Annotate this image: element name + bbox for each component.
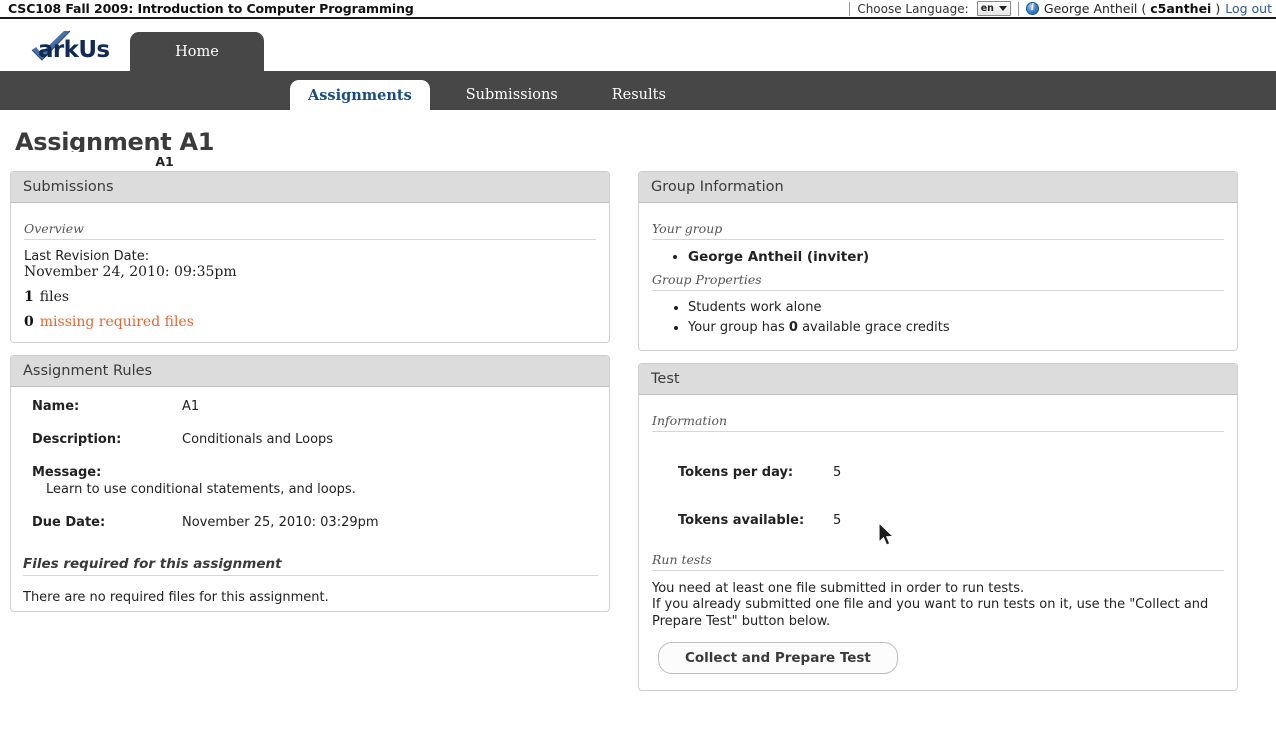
- tokens-available-label: Tokens available:: [678, 513, 805, 529]
- user-session-bar: Choose Language: en George Antheil ( c5a…: [842, 1, 1272, 16]
- language-label: Choose Language:: [857, 1, 969, 16]
- tokens-available-value: 5: [833, 513, 842, 529]
- test-panel-title: Test: [639, 364, 1237, 396]
- list-item: George Antheil (inviter): [688, 248, 1224, 266]
- rule-label-description: Description:: [32, 432, 122, 447]
- collect-and-prepare-test-button[interactable]: Collect and Prepare Test: [658, 641, 898, 674]
- rule-row-due-date: Due Date: November 25, 2010: 03:29pm: [11, 497, 609, 530]
- group-properties-list: Students work alone Your group has 0 ava…: [652, 299, 1224, 336]
- files-required-note: There are no required files for this ass…: [23, 590, 329, 605]
- your-group-section-label: Your group: [652, 221, 1224, 240]
- chevron-down-icon: [998, 6, 1007, 11]
- information-section-label: Information: [652, 413, 1224, 433]
- group-information-panel-title: Group Information: [639, 172, 1237, 203]
- right-column: Group Information Your group George Anth…: [638, 171, 1238, 703]
- assignment-rules-body: Name: A1 Description: Conditionals and L…: [11, 387, 609, 605]
- rule-row-name: Name: A1: [11, 391, 609, 414]
- nav-tab-list: Assignments Submissions Results: [290, 80, 702, 110]
- close-paren: ): [1215, 1, 1221, 16]
- language-select[interactable]: en: [976, 1, 1011, 16]
- course-title-bar: CSC108 Fall 2009: Introduction to Comput…: [0, 0, 1276, 19]
- rule-value-message: Learn to use conditional statements, and…: [46, 482, 356, 497]
- property-text-suffix: available grace credits: [797, 319, 950, 335]
- left-column: Submissions Overview Last Revision Date:…: [10, 171, 610, 624]
- rule-value-name: A1: [182, 399, 200, 414]
- rule-label-due-date: Due Date:: [32, 515, 106, 530]
- overview-section-label: Overview: [24, 221, 596, 240]
- files-word: files: [39, 289, 70, 305]
- property-text: Your group has: [688, 319, 789, 335]
- assignment-rules-panel-title: Assignment Rules: [11, 356, 609, 387]
- list-item: Your group has 0 available grace credits: [688, 319, 1224, 337]
- test-panel-body: Information Tokens per day: 5 Tokens ava…: [639, 395, 1237, 689]
- markus-logo[interactable]: arkUs: [14, 30, 124, 65]
- last-revision-label: Last Revision Date:: [24, 249, 150, 264]
- rule-value-due-date: November 25, 2010: 03:29pm: [182, 515, 379, 530]
- home-tab[interactable]: Home: [130, 32, 264, 71]
- files-required-heading: Files required for this assignment: [23, 556, 598, 576]
- assignment-rules-panel: Assignment Rules Name: A1 Description: C…: [10, 355, 610, 612]
- tab-results[interactable]: Results: [594, 80, 684, 110]
- list-item: Students work alone: [688, 299, 1224, 317]
- missing-files-row: 0 missing required files: [24, 314, 596, 330]
- run-tests-section-label: Run tests: [652, 552, 1224, 572]
- property-text: Students work alone: [688, 300, 822, 316]
- tokens-per-day-row: Tokens per day: 5: [652, 465, 1224, 480]
- separator: [1017, 1, 1019, 16]
- group-members-list: George Antheil (inviter): [652, 248, 1224, 266]
- missing-files-count: 0: [24, 314, 34, 330]
- tab-submissions[interactable]: Submissions: [448, 80, 576, 110]
- user-id: c5anthei: [1150, 1, 1212, 16]
- rule-row-message: Message: Learn to use conditional statem…: [11, 447, 609, 497]
- rule-value-description: Conditionals and Loops: [182, 432, 334, 447]
- course-title: CSC108 Fall 2009: Introduction to Comput…: [8, 1, 414, 16]
- run-tests-note-line-2: If you already submitted one file and yo…: [652, 597, 1209, 613]
- language-select-value: en: [980, 3, 994, 14]
- tokens-per-day-value: 5: [833, 465, 842, 481]
- rule-row-description: Description: Conditionals and Loops: [11, 414, 609, 447]
- assignment-selector-pill[interactable]: A1: [53, 152, 276, 170]
- rule-label-message: Message:: [32, 465, 102, 480]
- rule-label-name: Name:: [32, 399, 80, 414]
- branding-row: arkUs Home: [0, 19, 1276, 71]
- run-tests-note-line-3: Prepare Test" button below.: [652, 613, 831, 629]
- tokens-available-row: Tokens available: 5: [652, 513, 1224, 528]
- grace-credits-count: 0: [788, 319, 798, 335]
- last-revision-value: November 24, 2010: 09:35pm: [24, 264, 237, 280]
- group-properties-section-label: Group Properties: [652, 272, 1224, 292]
- files-count-row: 1 files: [24, 289, 596, 305]
- submissions-panel-body: Overview Last Revision Date: November 24…: [11, 203, 609, 342]
- test-panel: Test Information Tokens per day: 5 Token…: [638, 363, 1238, 691]
- tokens-per-day-label: Tokens per day:: [678, 465, 794, 481]
- logo-text: arkUs: [38, 37, 110, 63]
- main-content: Submissions Overview Last Revision Date:…: [0, 156, 1276, 703]
- missing-required-files-link[interactable]: missing required files: [40, 314, 194, 330]
- submissions-panel: Submissions Overview Last Revision Date:…: [10, 171, 610, 343]
- files-count: 1: [24, 289, 34, 305]
- user-name: George Antheil: [1043, 1, 1138, 16]
- run-tests-note-line-1: You need at least one file submitted in …: [652, 581, 1025, 597]
- submissions-panel-title: Submissions: [11, 172, 609, 203]
- main-nav-bar: A1 Assignments Submissions Results: [0, 71, 1276, 170]
- tab-assignments[interactable]: Assignments: [290, 80, 430, 110]
- logout-link[interactable]: Log out: [1225, 1, 1272, 16]
- group-information-body: Your group George Antheil (inviter) Grou…: [639, 203, 1237, 350]
- group-information-panel: Group Information Your group George Anth…: [638, 171, 1238, 352]
- run-tests-note: You need at least one file submitted in …: [652, 581, 1232, 629]
- separator: [849, 1, 851, 16]
- info-icon: [1025, 2, 1039, 15]
